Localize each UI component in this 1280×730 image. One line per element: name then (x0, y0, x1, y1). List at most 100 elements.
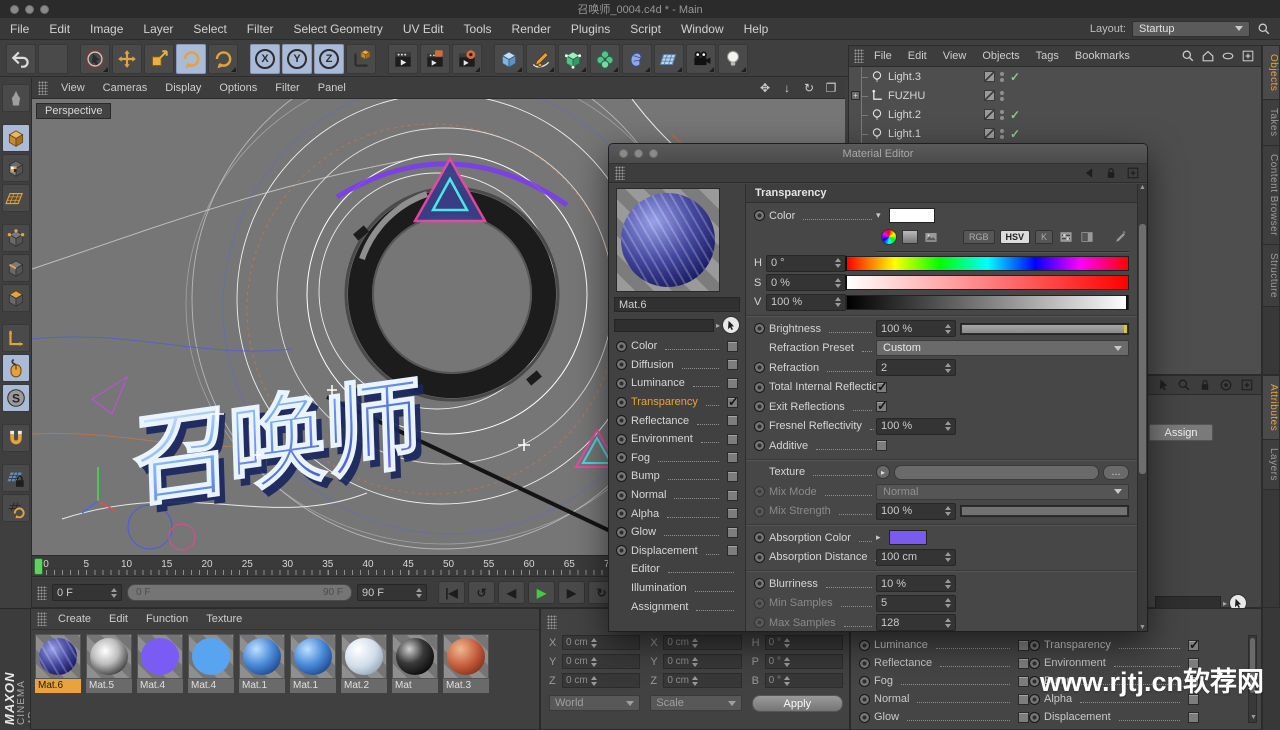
tab-attributes[interactable]: Attributes (1263, 376, 1279, 440)
radio-icon[interactable] (616, 490, 627, 501)
menu-render[interactable]: Render (502, 18, 561, 40)
radio-icon[interactable] (754, 421, 765, 432)
radio-icon[interactable] (616, 508, 627, 519)
make-editable-button[interactable] (2, 84, 30, 112)
slider[interactable] (960, 323, 1129, 335)
colorsystem-k[interactable]: K (1035, 230, 1053, 244)
channel-luminance[interactable]: Luminance (609, 374, 745, 393)
channel-checkbox[interactable] (727, 415, 738, 426)
channel-color[interactable]: Color (609, 337, 745, 356)
apply-button[interactable]: Apply (752, 695, 843, 712)
back-icon[interactable] (1081, 165, 1097, 181)
enabled-check-icon[interactable]: ✓ (1010, 108, 1020, 122)
object-menu-tags[interactable]: Tags (1028, 50, 1067, 62)
spin-arrows-icon[interactable] (945, 506, 951, 516)
radio-icon[interactable] (859, 694, 870, 705)
layer-tag-icon[interactable] (984, 109, 995, 120)
lock-icon[interactable] (1103, 165, 1119, 181)
search-icon[interactable] (1176, 377, 1192, 393)
radio-icon[interactable] (754, 486, 765, 497)
radio-icon[interactable] (616, 471, 627, 482)
tab-takes[interactable]: Takes (1263, 100, 1279, 146)
channel-checkbox[interactable] (1018, 658, 1029, 669)
radio-icon[interactable] (754, 506, 765, 517)
coord-select-scale[interactable]: Scale (650, 695, 741, 711)
basic-channel-glow[interactable]: Glow (859, 708, 1029, 726)
coord-field[interactable]: 0 ° (765, 635, 843, 650)
shader-field[interactable] (614, 319, 714, 332)
gradient-marker[interactable] (1126, 295, 1128, 310)
channel-checkbox[interactable] (727, 378, 738, 389)
basic-channel-transparency[interactable]: Transparency (1029, 636, 1199, 654)
add-panel-icon[interactable] (1240, 48, 1256, 64)
add-panel-icon[interactable] (1125, 165, 1141, 181)
spin-arrows-icon[interactable] (692, 638, 698, 648)
spin-arrows-icon[interactable] (945, 598, 951, 608)
checkbox[interactable] (876, 440, 887, 451)
material-mat[interactable]: Mat (392, 634, 438, 693)
colorsystem-rgb[interactable]: RGB (963, 230, 995, 244)
object-name[interactable]: Light.3 (888, 71, 984, 83)
spin-field[interactable]: 100 % (876, 418, 956, 435)
material-mat-2[interactable]: Mat.2 (341, 634, 387, 693)
model-mode-button[interactable] (2, 124, 30, 152)
viewport-menu-display[interactable]: Display (156, 82, 210, 94)
search-icon[interactable] (1180, 48, 1196, 64)
visibility-dots-icon[interactable] (1000, 72, 1004, 82)
spin-arrows-icon[interactable] (784, 638, 790, 648)
radio-icon[interactable] (754, 401, 765, 412)
camera-label[interactable]: Perspective (36, 103, 111, 119)
search-icon[interactable] (1256, 21, 1272, 37)
radio-icon[interactable] (754, 532, 765, 543)
expander-icon[interactable]: ▾ (876, 210, 885, 221)
basic-channel-reflectance[interactable]: Reflectance (859, 654, 1029, 672)
channel-checkbox[interactable] (727, 452, 738, 463)
object-row-light-3[interactable]: Light.3 ✓ (849, 67, 1261, 86)
enabled-check-icon[interactable]: ✓ (1010, 70, 1020, 84)
drag-grip-icon[interactable] (854, 49, 864, 63)
render-settings-button[interactable] (452, 44, 482, 74)
visibility-dots-icon[interactable] (1000, 129, 1004, 139)
channel-checkbox[interactable] (1188, 640, 1199, 651)
material-mat-4[interactable]: Mat.4 (188, 634, 234, 693)
redo-button[interactable] (38, 44, 68, 74)
viewport-menu-view[interactable]: View (52, 82, 94, 94)
radio-icon[interactable] (754, 578, 765, 589)
drag-grip-icon[interactable] (38, 81, 48, 95)
texture-mode-button[interactable] (2, 154, 30, 182)
lock-z-button[interactable]: Z (314, 44, 344, 74)
lock-workplane-button[interactable] (2, 464, 30, 492)
render-picture-viewer-button[interactable] (420, 44, 450, 74)
radio-icon[interactable] (616, 545, 627, 556)
radio-icon[interactable] (616, 397, 627, 408)
spin-field[interactable]: 128 (876, 614, 956, 631)
radio-icon[interactable] (1029, 712, 1040, 723)
channel-bump[interactable]: Bump (609, 467, 745, 486)
spin-arrows-icon[interactable] (784, 676, 790, 686)
spin-arrows-icon[interactable] (692, 657, 698, 667)
channel-alpha[interactable]: Alpha (609, 504, 745, 523)
channel-checkbox[interactable] (727, 341, 738, 352)
channel-checkbox[interactable] (727, 397, 738, 408)
points-mode-button[interactable] (2, 224, 30, 252)
layout-select[interactable]: Startup (1132, 21, 1250, 37)
add-camera-button[interactable] (686, 44, 716, 74)
radio-icon[interactable] (616, 527, 627, 538)
lock-y-button[interactable]: Y (282, 44, 312, 74)
target-icon[interactable] (1218, 377, 1234, 393)
next-frame-button[interactable]: ▶ (558, 581, 585, 604)
menu-plugins[interactable]: Plugins (561, 18, 620, 40)
coord-field[interactable]: 0 ° (765, 654, 843, 669)
spin-arrows-icon[interactable] (591, 657, 597, 667)
menu-select[interactable]: Select (183, 18, 236, 40)
object-menu-file[interactable]: File (866, 50, 900, 62)
menu-filter[interactable]: Filter (237, 18, 284, 40)
add-floor-button[interactable] (654, 44, 684, 74)
object-menu-objects[interactable]: Objects (974, 50, 1027, 62)
add-cube-button[interactable] (494, 44, 524, 74)
object-name[interactable]: Light.2 (888, 109, 984, 121)
object-name[interactable]: FUZHU (888, 90, 984, 102)
gradient-sat[interactable] (846, 275, 1129, 290)
radio-icon[interactable] (616, 378, 627, 389)
channel-displacement[interactable]: Displacement (609, 542, 745, 561)
